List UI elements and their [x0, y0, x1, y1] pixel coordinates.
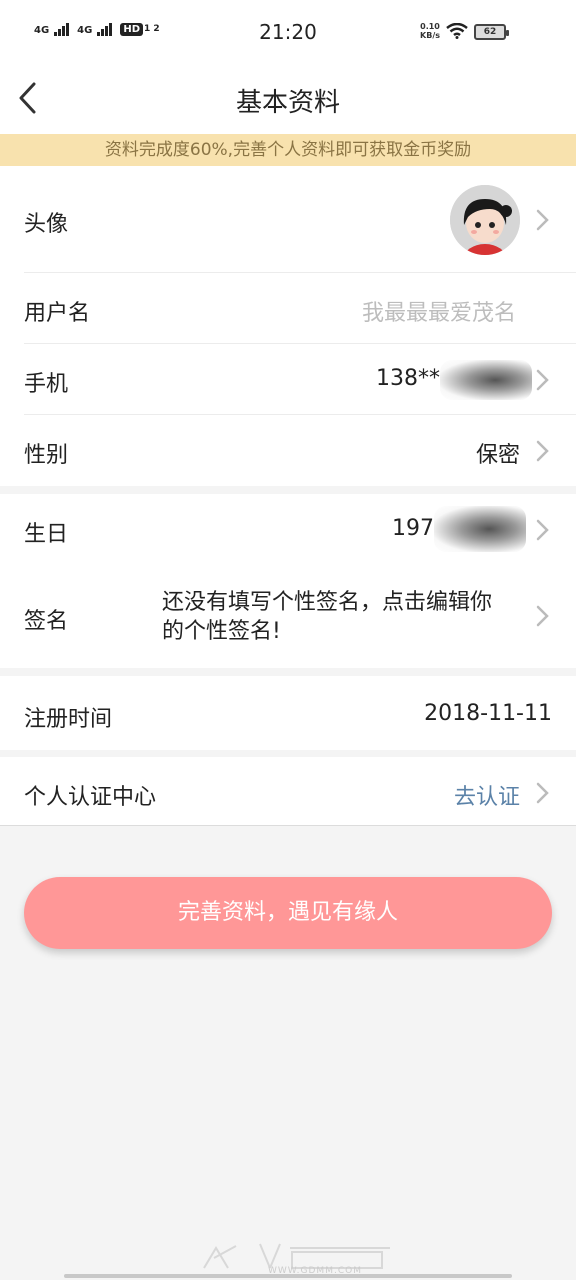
- phone-value: 138**: [376, 366, 440, 391]
- signature-value: 还没有填写个性签名，点击编辑你的个性签名!: [162, 590, 493, 644]
- home-indicator[interactable]: [64, 1274, 512, 1278]
- birthday-value: 197: [392, 516, 434, 541]
- completion-banner: 资料完成度60%,完善个人资料即可获取金币奖励: [0, 134, 576, 166]
- row-phone[interactable]: 手机 138**: [0, 344, 576, 415]
- chevron-right-icon: [536, 440, 549, 462]
- cta-wrapper: 完善资料，遇见有缘人: [24, 877, 552, 949]
- avatar-label: 头像: [24, 212, 69, 237]
- battery-level: 62: [483, 27, 497, 37]
- register-time-value: 2018-11-11: [424, 701, 552, 726]
- avatar: [450, 185, 520, 255]
- register-time-label: 注册时间: [24, 707, 113, 732]
- row-register-time: 注册时间 2018-11-11: [0, 676, 576, 750]
- gender-value: 保密: [475, 443, 520, 468]
- username-field[interactable]: 我最最最爱茂名: [362, 295, 516, 327]
- verify-label: 个人认证中心: [24, 785, 157, 810]
- complete-profile-button[interactable]: 完善资料，遇见有缘人: [24, 877, 552, 949]
- verify-link[interactable]: 去认证: [454, 779, 520, 811]
- chevron-right-icon: [536, 782, 549, 804]
- page-title: 基本资料: [235, 88, 340, 118]
- network-speed: 0.10 KB/s: [420, 22, 440, 40]
- row-birthday[interactable]: 生日 197: [0, 494, 576, 566]
- phone-label: 手机: [24, 372, 69, 397]
- row-username[interactable]: 用户名 我最最最爱茂名: [0, 273, 576, 344]
- birthday-label: 生日: [24, 522, 69, 547]
- avatar-image: [450, 185, 520, 255]
- birthday-redaction: [434, 506, 526, 552]
- status-bar: 4G 4G HD 1 2 21:20 0.10 KB/s 62: [0, 0, 576, 64]
- signature-label: 签名: [24, 609, 69, 634]
- row-gender[interactable]: 性别 保密: [0, 415, 576, 486]
- phone-redaction: [440, 360, 532, 400]
- network-speed-unit: KB/s: [420, 31, 440, 40]
- chevron-right-icon: [536, 519, 549, 541]
- header-bar: 基本资料: [0, 64, 576, 134]
- chevron-right-icon: [536, 209, 549, 231]
- chevron-right-icon: [536, 605, 549, 627]
- wifi-icon: [446, 23, 468, 39]
- row-signature[interactable]: 签名 还没有填写个性签名，点击编辑你的个性签名!: [0, 566, 576, 668]
- status-bar-right: 0.10 KB/s: [420, 22, 468, 40]
- username-label: 用户名: [24, 301, 91, 326]
- gender-label: 性别: [24, 443, 69, 468]
- battery-icon: 62: [474, 24, 509, 40]
- row-avatar[interactable]: 头像: [0, 166, 576, 273]
- network-speed-value: 0.10: [420, 22, 440, 31]
- chevron-right-icon: [536, 369, 549, 391]
- row-verify-center[interactable]: 个人认证中心 去认证: [0, 757, 576, 826]
